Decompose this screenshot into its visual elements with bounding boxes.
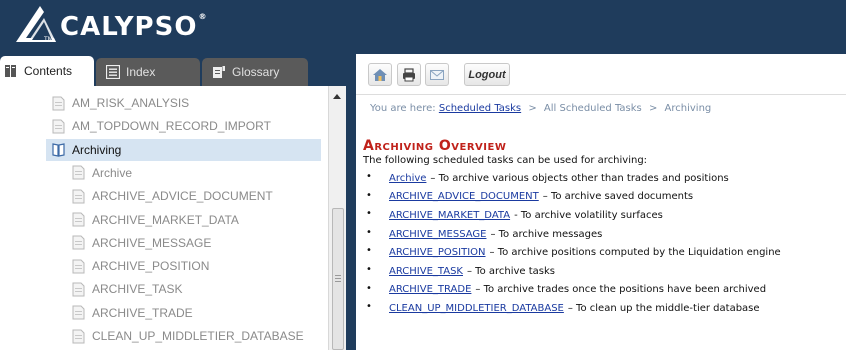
tab-glossary[interactable]: Glossary: [202, 58, 308, 86]
toc-item-label: ARCHIVE_TRADE: [92, 305, 193, 320]
nav-tabs: Contents Index Glossary: [0, 54, 330, 86]
task-list: Archive – To archive various objects othe…: [363, 169, 846, 318]
app-header: CALYPSO® TM: [0, 0, 846, 54]
task-description: – To archive trades once the positions h…: [475, 284, 767, 296]
task-description: – To clean up the middle-tier database: [567, 302, 760, 314]
toc-page-item[interactable]: ARCHIVE_POSITION: [0, 255, 320, 277]
envelope-icon: [430, 69, 444, 80]
grip-line: [335, 281, 341, 282]
task-link[interactable]: ARCHIVE_TASK: [389, 266, 463, 277]
toc-item-label: Archive: [92, 165, 133, 180]
task-link[interactable]: ARCHIVE_MARKET_DATA: [389, 210, 510, 221]
toc-item-label: ARCHIVE_POSITION: [92, 259, 210, 274]
task-description: - To archive volatility surfaces: [514, 209, 663, 221]
home-icon: [373, 68, 387, 81]
toc-item-label: ARCHIVE_ADVICE_DOCUMENT: [92, 189, 273, 204]
document-page-icon: [72, 165, 85, 180]
toc-item-label: Archiving: [72, 142, 122, 157]
document-page-icon: [52, 119, 65, 134]
task-description: – To archive messages: [490, 228, 603, 240]
task-list-item: Archive – To archive various objects othe…: [363, 169, 846, 188]
breadcrumb-link-scheduled-tasks[interactable]: Scheduled Tasks: [439, 103, 521, 114]
toc-item-label: ARCHIVE_MESSAGE: [92, 235, 212, 250]
task-list-item: ARCHIVE_TASK– To archive tasks: [363, 262, 846, 281]
tab-contents-label: Contents: [24, 64, 73, 78]
trademark-mark: TM: [44, 36, 53, 43]
glossary-icon: [213, 66, 225, 78]
scrollbar-thumb[interactable]: [332, 208, 344, 350]
book-icon: [5, 65, 16, 77]
breadcrumb-separator: >: [648, 103, 658, 114]
task-description: – To archive various objects other than …: [430, 172, 729, 184]
task-list-item: ARCHIVE_TRADE – To archive trades once th…: [363, 281, 846, 300]
task-description: – To archive saved documents: [542, 191, 694, 203]
toc-item-label: CLEAN_UP_MIDDLETIER_DATABASE: [92, 329, 304, 343]
logout-button[interactable]: Logout: [464, 63, 510, 86]
email-button[interactable]: [425, 63, 449, 86]
toc-item-label: AM_RISK_ANALYSIS: [72, 96, 190, 110]
document-page-icon: [72, 235, 85, 250]
print-button[interactable]: [397, 63, 421, 86]
document-page-icon: [72, 259, 85, 274]
printer-icon: [403, 67, 415, 81]
task-list-item: CLEAN_UP_MIDDLETIER_DATABASE– To clean u…: [363, 299, 846, 318]
list-icon: [106, 65, 120, 79]
page-title: Archiving Overview: [363, 138, 507, 154]
breadcrumb-separator: >: [528, 103, 537, 114]
task-list-item: ARCHIVE_POSITION– To archive positions c…: [363, 243, 846, 262]
toc-item-label: ARCHIVE_MARKET_DATA: [92, 212, 239, 227]
task-link[interactable]: ARCHIVE_POSITION: [389, 247, 486, 258]
task-list-item: ARCHIVE_ADVICE_DOCUMENT– To archive save…: [363, 188, 846, 207]
toc-page-item[interactable]: ARCHIVE_TASK: [0, 278, 320, 300]
toc-page-item[interactable]: CLEAN_UP_MIDDLETIER_DATABASE: [0, 325, 320, 347]
home-button[interactable]: [368, 63, 392, 86]
toc-page-item[interactable]: ARCHIVE_MESSAGE: [0, 232, 320, 254]
task-link[interactable]: ARCHIVE_MESSAGE: [389, 229, 486, 240]
topic-toolbar: Logout: [356, 54, 846, 94]
document-page-icon: [72, 305, 85, 320]
grip-line: [335, 275, 341, 276]
breadcrumb-item-archiving: Archiving: [664, 103, 712, 114]
toolbar-divider: [356, 94, 846, 95]
topic-pane: Logout You are here: Scheduled Tasks > A…: [356, 54, 846, 350]
task-link[interactable]: Archive: [389, 173, 426, 184]
document-page-icon: [72, 212, 85, 227]
document-page-icon: [72, 329, 85, 343]
toc-page-item[interactable]: Archive: [0, 162, 320, 184]
toc-page-item[interactable]: AM_RISK_ANALYSIS: [0, 92, 320, 114]
tab-index-label: Index: [126, 65, 156, 79]
brand-name: CALYPSO®: [60, 12, 208, 42]
toc-book-item[interactable]: Archiving: [46, 138, 321, 161]
document-page-icon: [52, 96, 65, 110]
toc-tree: AM_RISK_ANALYSIS AM_TOPDOWN_RECORD_IMPORT…: [0, 86, 330, 350]
toc-page-item[interactable]: ARCHIVE_TRADE: [0, 302, 320, 324]
open-book-icon: [52, 143, 65, 157]
toc-page-item[interactable]: AM_TOPDOWN_RECORD_IMPORT: [0, 115, 320, 137]
task-description: – To archive positions computed by the L…: [489, 247, 781, 259]
task-list-item: ARCHIVE_MESSAGE – To archive messages: [363, 225, 846, 244]
toc-item-label: AM_TOPDOWN_RECORD_IMPORT: [72, 119, 271, 134]
tab-contents[interactable]: Contents: [0, 56, 94, 86]
document-page-icon: [72, 189, 85, 204]
grip-line: [335, 278, 341, 279]
breadcrumb-prefix: You are here:: [370, 103, 436, 114]
toc-item-label: ARCHIVE_TASK: [92, 282, 183, 297]
task-link[interactable]: CLEAN_UP_MIDDLETIER_DATABASE: [389, 303, 564, 314]
task-list-item: ARCHIVE_MARKET_DATA - To archive volatili…: [363, 206, 846, 225]
document-page-icon: [72, 282, 85, 297]
task-description: – To archive tasks: [466, 265, 556, 277]
task-link[interactable]: ARCHIVE_TRADE: [389, 284, 471, 295]
topic-content: Archiving Overview The following schedul…: [363, 138, 846, 318]
toc-page-item[interactable]: ARCHIVE_MARKET_DATA: [0, 209, 320, 231]
scroll-up-arrow-icon[interactable]: [333, 94, 341, 99]
toc-page-item[interactable]: ARCHIVE_ADVICE_DOCUMENT: [0, 185, 320, 207]
toc-pane: AM_RISK_ANALYSIS AM_TOPDOWN_RECORD_IMPORT…: [0, 86, 330, 350]
task-link[interactable]: ARCHIVE_ADVICE_DOCUMENT: [389, 191, 539, 202]
tab-index[interactable]: Index: [96, 58, 200, 86]
intro-text: The following scheduled tasks can be use…: [363, 155, 648, 166]
tab-glossary-label: Glossary: [232, 65, 280, 79]
toc-scrollbar[interactable]: [328, 86, 346, 350]
breadcrumb-item-all-scheduled-tasks: All Scheduled Tasks: [543, 103, 642, 114]
breadcrumb: You are here: Scheduled Tasks > All Sche…: [370, 103, 711, 114]
